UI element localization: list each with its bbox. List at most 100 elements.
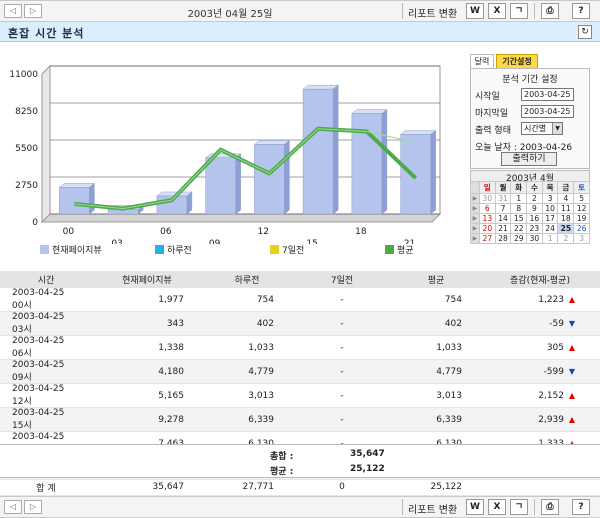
calendar-day[interactable]: 30 <box>478 193 496 204</box>
calendar-day[interactable]: 17 <box>541 213 559 224</box>
legend-swatch <box>155 245 164 254</box>
calendar-day[interactable]: 18 <box>557 213 575 224</box>
calendar-day[interactable]: 31 <box>494 193 512 204</box>
legend-item-avg: 평균 <box>385 243 414 256</box>
x-tick-label: 18 <box>355 227 367 237</box>
end-date-input[interactable]: 2003-04-25 <box>521 105 574 118</box>
cell-prevday: 6,339 <box>202 407 292 432</box>
plot-side-wall <box>41 64 51 224</box>
calendar-day[interactable]: 12 <box>573 203 590 214</box>
calendar-day[interactable]: 6 <box>478 203 496 214</box>
calendar-day[interactable]: 10 <box>541 203 559 214</box>
week-select-icon[interactable]: ▶ <box>470 213 480 224</box>
word-icon[interactable]: W <box>466 3 484 19</box>
prev-arrow-icon[interactable]: ◁ <box>4 4 22 18</box>
calendar-day[interactable]: 13 <box>478 213 496 224</box>
col-diff: 증감(현재-평균) <box>480 271 600 288</box>
calendar-day[interactable]: 1 <box>541 233 559 244</box>
calendar-day[interactable]: 21 <box>494 223 512 234</box>
word-icon[interactable]: W <box>466 499 484 515</box>
start-date-input[interactable]: 2003-04-25 <box>521 88 574 101</box>
panel-title: 분석 기간 설정 <box>502 75 558 85</box>
period-side-panel: 달력 기간설정 분석 기간 설정 시작일 2003-04-25 마지막일 200… <box>470 54 590 247</box>
bar-side <box>430 130 436 215</box>
legend-swatch <box>270 245 279 254</box>
calendar-day[interactable]: 16 <box>526 213 543 224</box>
diff-value: -59 <box>549 318 564 329</box>
calendar-day[interactable]: 7 <box>494 203 512 214</box>
calendar-day[interactable]: 26 <box>573 223 590 234</box>
bar-side <box>235 153 241 215</box>
week-select-icon[interactable]: ▶ <box>470 233 480 244</box>
next-arrow-icon[interactable]: ▷ <box>24 4 42 18</box>
calendar-day[interactable]: 29 <box>510 233 528 244</box>
report-date: 2003년 04월 25일 <box>187 9 273 20</box>
diff-value: 305 <box>546 342 564 353</box>
cell-week: - <box>292 288 392 312</box>
totals-section: 총합 : 35,647 평균 : 25,122 <box>0 444 600 478</box>
format-select[interactable]: 시간별 ▼ <box>521 122 563 135</box>
col-prevday: 하루전 <box>202 271 292 288</box>
x-tick-label: 06 <box>160 227 172 237</box>
calendar-day[interactable]: 11 <box>557 203 575 214</box>
col-avg: 평균 <box>392 271 480 288</box>
calendar-day[interactable]: 15 <box>510 213 528 224</box>
hwp-icon[interactable]: ㄱ <box>510 3 528 19</box>
refresh-icon[interactable]: ↻ <box>578 25 592 39</box>
chevron-down-icon: ▼ <box>552 123 562 134</box>
cell-avg: 754 <box>392 288 480 312</box>
dow-wed: 수 <box>526 181 543 194</box>
cell-prevday: 3,013 <box>202 383 292 408</box>
print-icon[interactable]: ⎙ <box>541 499 559 515</box>
next-arrow-icon[interactable]: ▷ <box>24 500 42 514</box>
tab-period-settings[interactable]: 기간설정 <box>496 54 538 68</box>
calendar-day[interactable]: 3 <box>541 193 559 204</box>
tab-calendar[interactable]: 달력 <box>470 54 494 68</box>
calendar-day[interactable]: 5 <box>573 193 590 204</box>
calendar-day[interactable]: 8 <box>510 203 528 214</box>
cell-week: - <box>292 407 392 432</box>
calendar-day[interactable]: 22 <box>510 223 528 234</box>
calendar-day-selected[interactable]: 25 <box>557 223 575 234</box>
calendar-day[interactable]: 14 <box>494 213 512 224</box>
hwp-icon[interactable]: ㄱ <box>510 499 528 515</box>
legend-item-current: 현재페이지뷰 <box>40 243 102 256</box>
dow-mon: 월 <box>494 181 512 194</box>
cell-avg: 402 <box>392 311 480 336</box>
y-tick-label: 2750 <box>15 181 38 191</box>
help-icon[interactable]: ? <box>572 499 590 515</box>
calendar-day[interactable]: 20 <box>478 223 496 234</box>
calendar-day[interactable]: 23 <box>526 223 543 234</box>
print-icon[interactable]: ⎙ <box>541 3 559 19</box>
calendar-day[interactable]: 2 <box>526 193 543 204</box>
calendar-day[interactable]: 27 <box>478 233 496 244</box>
calendar-day[interactable]: 2 <box>557 233 575 244</box>
calendar-day[interactable]: 1 <box>510 193 528 204</box>
calendar-day[interactable]: 4 <box>557 193 575 204</box>
cell-current: 343 <box>92 311 202 336</box>
prev-arrow-icon[interactable]: ◁ <box>4 500 22 514</box>
calendar-day[interactable]: 30 <box>526 233 543 244</box>
excel-icon[interactable]: X <box>488 499 506 515</box>
week-select-icon[interactable]: ▶ <box>470 203 480 214</box>
week-select-icon[interactable]: ▶ <box>470 223 480 234</box>
y-tick-label: 5500 <box>15 144 38 154</box>
up-triangle-icon: ▲ <box>568 390 576 400</box>
calendar-day[interactable]: 24 <box>541 223 559 234</box>
cell-current: 4,180 <box>92 359 202 384</box>
calendar-day[interactable]: 9 <box>526 203 543 214</box>
bar-current <box>254 144 285 215</box>
calendar-day[interactable]: 19 <box>573 213 590 224</box>
output-button[interactable]: 출력하기 <box>501 152 557 166</box>
period-settings-panel: 분석 기간 설정 시작일 2003-04-25 마지막일 2003-04-25 … <box>470 68 590 169</box>
bar-current <box>302 88 334 215</box>
cell-time: 2003-04-25 00시 <box>0 288 92 312</box>
cell-prevday: 1,033 <box>202 335 292 360</box>
week-select-icon[interactable]: ▶ <box>470 193 480 204</box>
bar-top <box>351 109 388 114</box>
cell-prevday: 402 <box>202 311 292 336</box>
calendar-day[interactable]: 3 <box>573 233 590 244</box>
calendar-day[interactable]: 28 <box>494 233 512 244</box>
excel-icon[interactable]: X <box>488 3 506 19</box>
help-icon[interactable]: ? <box>572 3 590 19</box>
